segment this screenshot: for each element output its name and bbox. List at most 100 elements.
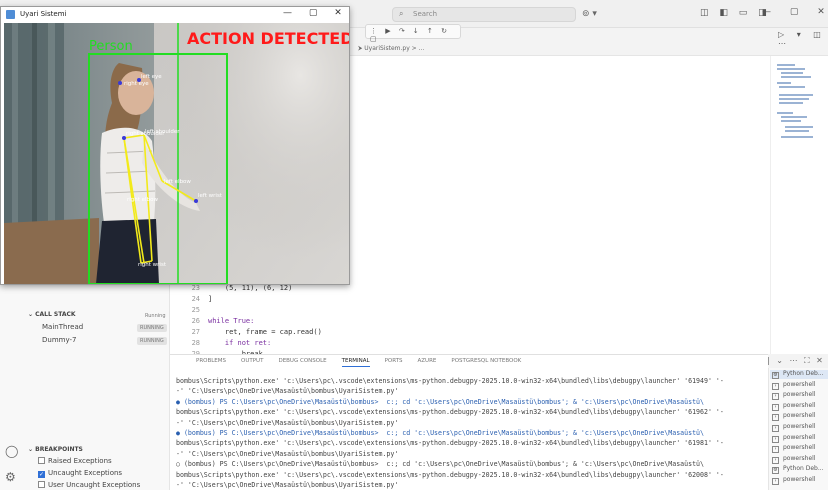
terminal-icon: › [772,425,779,432]
terminal-icon: › [772,403,779,411]
terminal-name: powershell [783,412,816,420]
label-right-wrist: right wrist [138,262,167,268]
python-debug-icon: ⚙ [772,372,779,379]
terminal-name: powershell [783,444,816,452]
breakpoint-item[interactable]: User Uncaught Exceptions [38,481,140,489]
terminal-icon: › [772,478,779,485]
terminal-line: -' 'C:\Users\pc\OneDrive\Masaüstü\bombus… [176,481,399,489]
camera-window-title: Uyari Sistemi [20,10,67,18]
curtain-fold-3 [48,23,55,223]
tab-ports[interactable]: PORTS [385,358,403,364]
terminal-list-item[interactable]: › powershell [772,381,816,390]
breakpoint-item[interactable]: ✓ Uncaught Exceptions [38,469,122,478]
app-icon [6,10,15,19]
terminal-icon: › [772,382,779,390]
line-number: 26 [191,317,200,325]
camera-feed: Person ACTION DETECTED! right eye left e… [4,23,349,284]
layout-toggle-icons[interactable]: ◫ ◧ ▭ ◨ [700,8,771,18]
terminal-icon: › [772,435,779,443]
line-number: 25 [191,306,200,314]
tab-output[interactable]: OUTPUT [241,358,263,364]
breakpoint-checkbox[interactable]: ✓ [38,471,45,478]
terminal-name: Python Deb... [783,465,824,473]
camera-window-controls[interactable]: — ▢ ✕ [283,8,342,18]
minimap[interactable] [770,56,828,354]
line-number: 23 [191,284,200,292]
gear-icon[interactable]: ⚙ [5,470,16,484]
thread-dummy-7[interactable]: Dummy-7 [42,336,76,344]
label-left-shoulder: left shoulder [145,129,180,135]
terminal-list-item[interactable]: › powershell [772,412,816,422]
terminal-list-item[interactable]: › powershell [772,455,816,464]
debug-sidebar: ⌄ CALL STACK Running MainThread RUNNING Du… [0,284,170,490]
copilot-icon[interactable]: ⊚ ▾ [582,9,597,19]
code-line: ] [208,295,213,303]
terminal-icon: › [772,456,779,464]
panel-controls[interactable]: | ⌄ ⋯ ⛶ ✕ [767,356,825,366]
account-icon[interactable]: ◯ [5,444,18,458]
tab-problems[interactable]: PROBLEMS [196,358,226,364]
terminal-line: bombus\Scripts\python.exe' 'c:\Users\pc\… [176,439,724,448]
terminal-line: bombus\Scripts\python.exe' 'c:\Users\pc\… [176,377,724,385]
terminal-line: bombus\Scripts\python.exe' 'c:\Users\pc\… [176,408,724,417]
terminal-line: -' 'C:\Users\pc\OneDrive\Masaüstü\bombus… [176,449,399,458]
breakpoint-item[interactable]: Raised Exceptions [38,457,112,465]
search-placeholder: Search [413,10,438,18]
line-number: 24 [191,295,200,303]
search-icon: ⌕ [399,9,404,18]
terminal-name: powershell [783,380,816,388]
terminal-list-item[interactable]: › powershell [772,423,816,432]
tab-debug-console[interactable]: DEBUG CONSOLE [278,358,326,364]
command-search-input[interactable]: ⌕ Search [392,7,576,22]
code-line: ret, frame = cap.read() [208,328,322,336]
terminal-list-item[interactable]: › powershell [772,476,816,485]
terminal-icon: › [772,446,779,454]
call-stack-status: Running [145,313,166,319]
wooden-table [4,218,99,284]
terminal-icon: › [772,414,779,422]
tab-postgresql-notebook[interactable]: POSTGRESQL NOTEBOOK [451,358,521,364]
terminal-list-item[interactable]: ⚙ Python Deb... [770,370,828,379]
label-left-elbow: left elbow [164,179,191,185]
terminal-line: bombus\Scripts\python.exe' 'c:\Users\pc\… [176,470,724,479]
vscode-window-controls[interactable]: — ▢ ✕ [762,7,825,17]
breakpoints-header[interactable]: ⌄ BREAKPOINTS [28,446,83,453]
editor-actions[interactable]: ▷ ▾ ◫ ⋯ [778,30,828,48]
label-left-wrist: left wrist [198,193,223,199]
breadcrumb[interactable]: ⮞ UyariSistem.py > ... [358,45,424,53]
wall-highlight [154,23,349,284]
action-detected-alert: ACTION DETECTED! [187,29,349,48]
thread-mainthread[interactable]: MainThread [42,323,83,331]
terminal-list-item[interactable]: › powershell [772,391,816,401]
terminal-list-item[interactable]: ⚙ Python Deb... [772,465,824,475]
terminal-line: -' 'C:\Users\pc\OneDrive\Masaüstü\bombus… [176,387,399,396]
tab-azure[interactable]: AZURE [418,358,437,364]
terminal-name: powershell [783,423,816,430]
terminal-list: ⚙ Python Deb... › powershell › powershell › pow… [768,368,828,490]
terminal-name: Python Deb... [783,370,824,377]
terminal-line: ● (bombus) PS C:\Users\pc\OneDrive\Masaü… [176,429,704,437]
breakpoint-label: Raised Exceptions [48,457,112,465]
thread-status-badge: RUNNING [137,324,167,332]
breakpoint-checkbox[interactable] [38,457,45,464]
python-debug-icon: ⚙ [772,467,779,475]
terminal-name: powershell [783,391,816,399]
terminal-list-item[interactable]: › powershell [772,444,816,454]
camera-window-title-bar[interactable]: Uyari Sistemi — ▢ ✕ [1,7,349,23]
label-left-eye: left eye [141,74,162,80]
breakpoint-label: User Uncaught Exceptions [48,481,141,489]
terminal-list-item[interactable]: › powershell [772,402,816,411]
debug-toolbar[interactable]: ⋮ ▶ ↷ ↓ ↑ ↻ ▢ [365,24,461,43]
curtain-fold-2 [32,23,37,223]
call-stack-header[interactable]: ⌄ CALL STACK [28,311,76,318]
line-number: 28 [191,339,200,347]
keypoint-left-wrist [194,199,198,203]
uyari-sistemi-window[interactable]: Uyari Sistemi — ▢ ✕ Person ACTION DETECT… [0,6,350,285]
keypoint-right-eye [118,81,122,85]
panel-tabs: PROBLEMS OUTPUT DEBUG CONSOLE TERMINAL PORTS… [196,358,536,367]
terminal-name: powershell [783,454,816,462]
tab-terminal[interactable]: TERMINAL [341,358,370,367]
breakpoint-checkbox[interactable] [38,481,45,488]
code-line: while True: [208,317,255,325]
terminal-list-item[interactable]: › powershell [772,434,816,443]
